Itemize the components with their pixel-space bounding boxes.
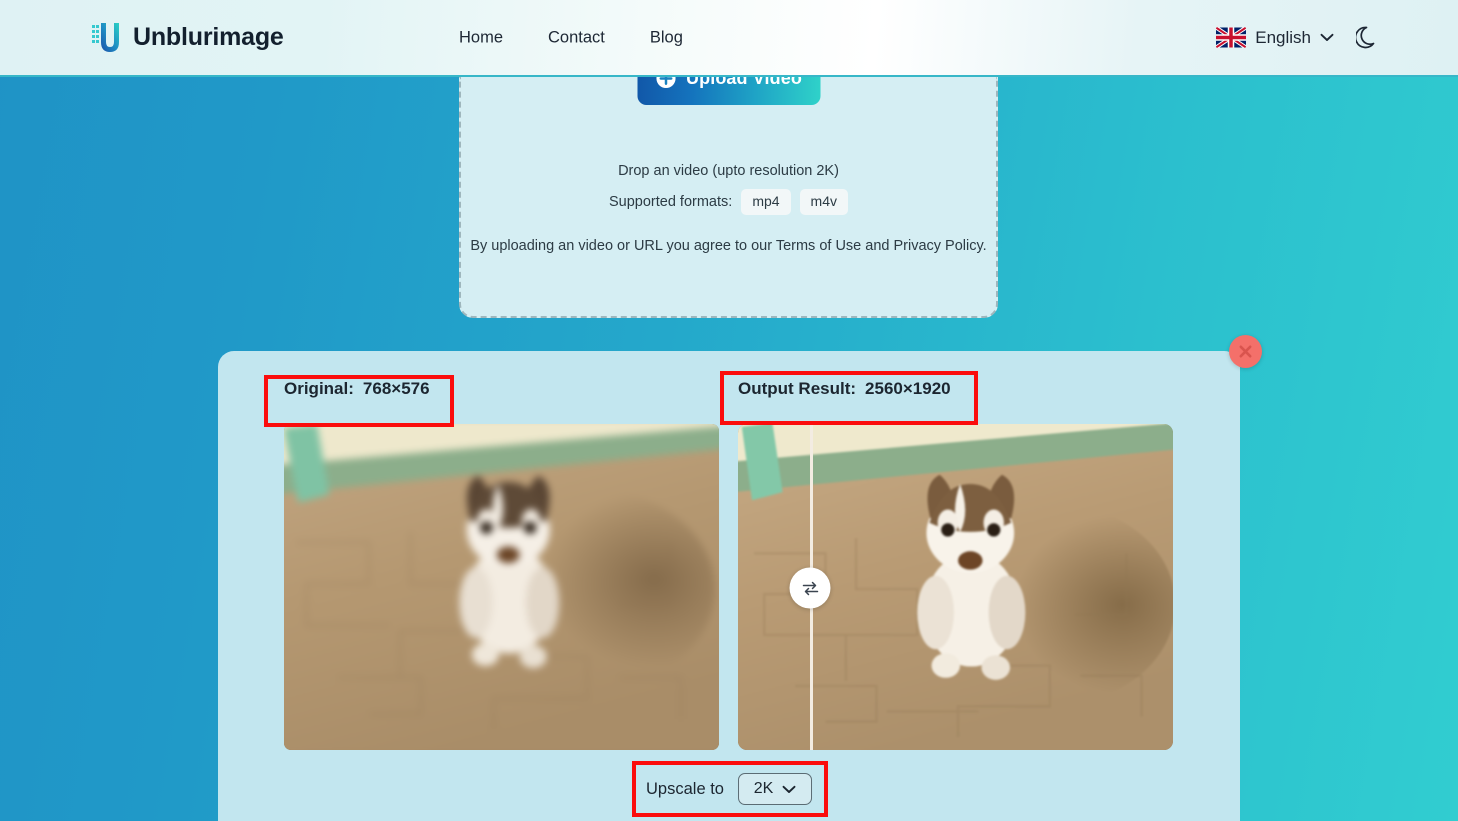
chevron-down-icon (1320, 33, 1334, 42)
drop-hint-text: Drop an video (upto resolution 2K) (618, 163, 839, 179)
upload-video-label: Upload Video (686, 77, 802, 88)
logo[interactable]: Unblurimage (90, 19, 284, 57)
swap-arrows-icon (800, 578, 820, 598)
output-dimensions: 2560×1920 (865, 379, 951, 398)
output-label-row: Output Result: 2560×1920 (738, 379, 951, 399)
chevron-down-icon (782, 785, 796, 794)
plus-circle-icon (655, 77, 676, 89)
nav-link-contact[interactable]: Contact (548, 28, 605, 47)
upscale-control: Upscale to 2K (646, 773, 812, 805)
output-video-preview[interactable] (738, 424, 1173, 750)
original-dimensions: 768×576 (362, 379, 430, 398)
format-chip-mp4: mp4 (741, 189, 791, 215)
close-result-button[interactable] (1229, 335, 1262, 368)
supported-formats-label: Supported formats: (608, 193, 733, 210)
nav-link-home[interactable]: Home (459, 28, 503, 47)
main-navigation: Home Contact Blog (459, 28, 683, 47)
close-x-icon (1238, 344, 1253, 359)
upload-video-button[interactable]: Upload Video (637, 77, 820, 105)
result-panel: Original: 768×576 Output Result: 2560×19… (218, 335, 1262, 821)
format-chip-m4v: m4v (799, 189, 848, 215)
comparison-slider-handle[interactable] (789, 567, 831, 609)
logo-text: Unblurimage (133, 23, 284, 51)
moon-icon[interactable] (1356, 25, 1380, 51)
header-actions: English (1216, 25, 1380, 51)
supported-formats-row: Supported formats: mp4 m4v (461, 189, 996, 215)
uk-flag-icon (1216, 27, 1247, 48)
upscale-selected-value: 2K (753, 780, 774, 797)
comparison-images (284, 424, 1173, 750)
upload-dropzone[interactable]: Upload Video Drop an video (upto resolut… (459, 77, 998, 318)
original-video-preview[interactable] (284, 424, 719, 750)
original-label-row: Original: 768×576 (284, 379, 430, 399)
original-frame-image (284, 424, 719, 750)
language-label: English (1255, 27, 1311, 47)
original-label: Original: (284, 379, 354, 398)
site-header: Unblurimage Home Contact Blog English (0, 0, 1458, 77)
upscale-label: Upscale to (646, 779, 724, 798)
terms-notice: By uploading an video or URL you agree t… (470, 238, 987, 254)
output-label: Output Result: (738, 379, 857, 398)
language-selector[interactable]: English (1216, 27, 1334, 48)
u-logo-icon (90, 19, 124, 57)
upscale-select[interactable]: 2K (737, 773, 812, 805)
nav-link-blog[interactable]: Blog (650, 28, 683, 47)
